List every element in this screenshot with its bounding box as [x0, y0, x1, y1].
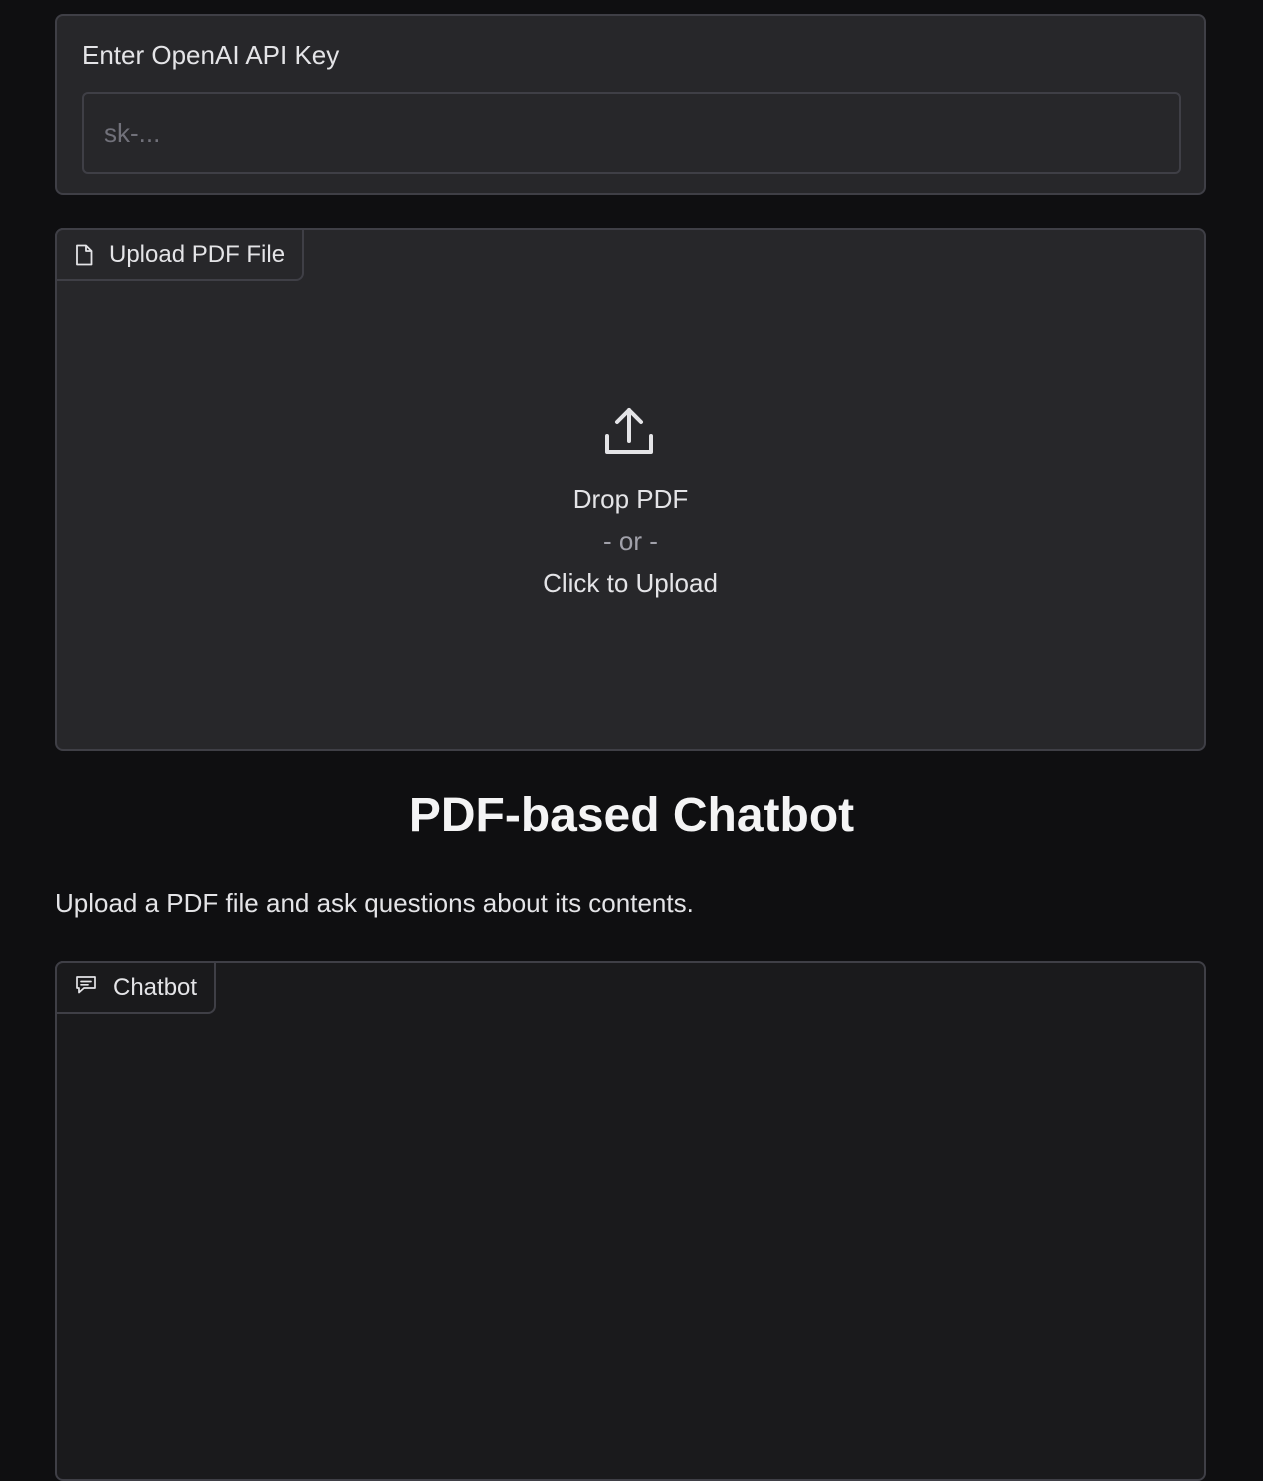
- click-to-upload-text: Click to Upload: [543, 568, 718, 598]
- page-title: PDF-based Chatbot: [408, 789, 855, 842]
- drop-pdf-text: Drop PDF: [572, 484, 689, 514]
- api-key-input[interactable]: [82, 92, 1181, 174]
- api-key-panel: Enter OpenAI API Key: [55, 14, 1206, 195]
- chat-icon: [75, 974, 97, 1002]
- chatbot-tab-text: Chatbot: [113, 973, 198, 1001]
- upload-prompt: Drop PDF - or - Click to Upload: [57, 406, 1204, 599]
- page-description: Upload a PDF file and ask questions abou…: [55, 888, 694, 918]
- upload-tab-text: Upload PDF File: [109, 240, 286, 268]
- pdf-upload-dropzone[interactable]: Upload PDF File Drop PDF - or - Click to…: [55, 228, 1206, 751]
- or-separator: - or -: [603, 526, 658, 556]
- chatbot-panel: Chatbot: [55, 961, 1206, 1481]
- upload-tab-label: Upload PDF File: [55, 228, 305, 281]
- api-key-label: Enter OpenAI API Key: [82, 40, 340, 70]
- upload-icon: [604, 406, 654, 461]
- file-icon: [75, 244, 93, 266]
- chatbot-tab-label: Chatbot: [55, 961, 217, 1014]
